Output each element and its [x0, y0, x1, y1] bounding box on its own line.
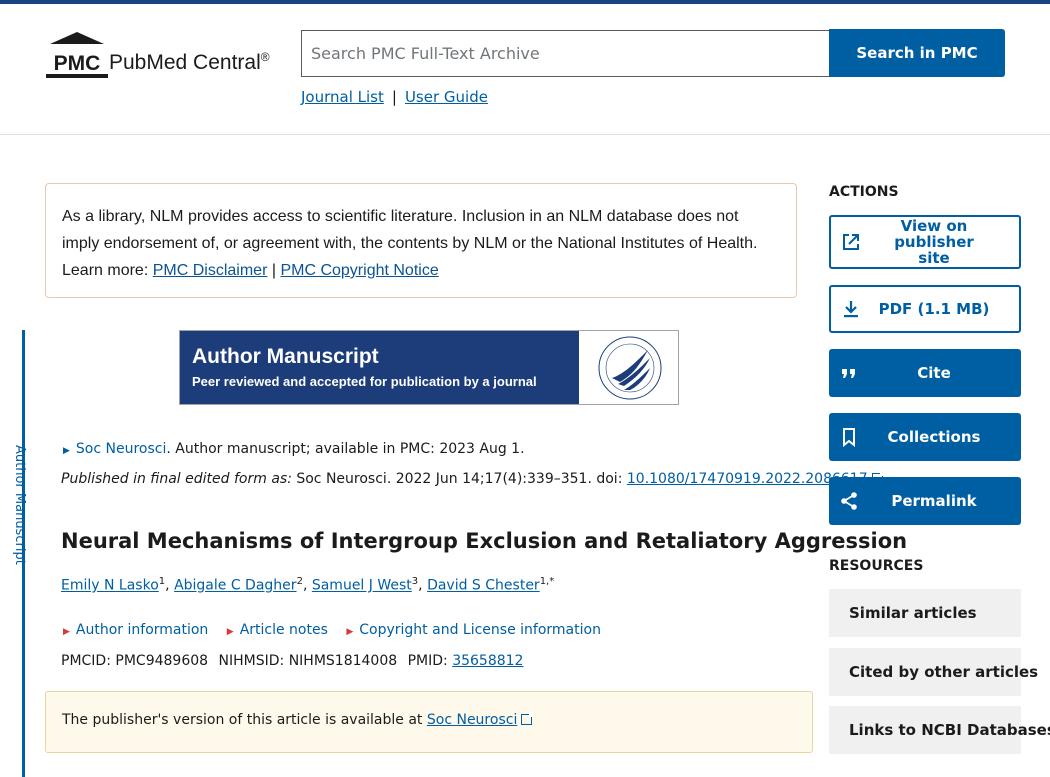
view-publisher-label: View on publisher site [894, 217, 974, 267]
pdf-download-button[interactable]: PDF (1.1 MB) [829, 285, 1021, 333]
library-disclaimer: As a library, NLM provides access to sci… [45, 183, 797, 298]
journal-name-link[interactable]: Soc Neurosci [76, 441, 166, 457]
pmid-label: PMID: [407, 653, 448, 669]
copyright-license-label: Copyright and License information [359, 622, 601, 638]
author-list: Emily N Lasko1, Abigale C Dagher2, Samue… [61, 576, 555, 594]
search-button[interactable]: Search in PMC [829, 29, 1005, 77]
publisher-version-notice: The publisher's version of this article … [45, 691, 813, 753]
publisher-version-text: The publisher's version of this article … [62, 712, 423, 728]
logo-registered: ® [260, 50, 270, 64]
author-link[interactable]: David S Chester [427, 578, 540, 594]
author-manuscript-side-label: Author Manuscript [12, 445, 27, 565]
external-link-icon [521, 712, 535, 725]
permalink-label: Permalink [891, 492, 977, 510]
banner-title: Author Manuscript [192, 345, 379, 368]
article-title: Neural Mechanisms of Intergroup Exclusio… [61, 529, 908, 553]
cite-label: Cite [917, 364, 951, 382]
download-icon [844, 301, 858, 318]
expand-triangle-icon: ▶ [63, 627, 70, 637]
pmc-logo-icon: PMC [46, 32, 108, 78]
journal-availability: . Author manuscript; available in PMC: 2… [166, 441, 525, 457]
nihmsid-value: NIHMS1814008 [288, 653, 398, 669]
cite-button[interactable]: Cite [829, 349, 1021, 397]
actions-heading: ACTIONS [829, 184, 899, 200]
pmcid-label: PMCID: [61, 653, 111, 669]
learn-more-label: Learn more: [62, 262, 149, 279]
pdf-label: PDF (1.1 MB) [878, 300, 990, 318]
published-citation: Published in final edited form as: Soc N… [61, 471, 885, 487]
logo-mark: PMC [54, 52, 101, 75]
author-manuscript-banner: Author Manuscript Peer reviewed and acce… [179, 330, 679, 405]
collections-button[interactable]: Collections [829, 413, 1021, 461]
author-information-label: Author information [75, 622, 209, 638]
author-affiliation: 2 [296, 576, 303, 587]
author-affiliation: 1,* [539, 576, 555, 587]
copyright-license-toggle[interactable]: ▶ Copyright and License information [346, 622, 601, 638]
disclaimer-separator: | [271, 262, 276, 279]
author-affiliation: 1 [158, 576, 166, 587]
author-link[interactable]: Samuel J West [312, 578, 412, 594]
external-link-icon [843, 234, 859, 250]
journal-list-link[interactable]: Journal List [301, 88, 384, 106]
published-details: Soc Neurosci. 2022 Jun 14;17(4):339–351.… [296, 471, 623, 487]
author-information-toggle[interactable]: ▶ Author information [63, 622, 208, 638]
nihmsid-label: NIHMSID: [218, 653, 285, 669]
banner-subtitle: Peer reviewed and accepted for publicati… [192, 374, 537, 389]
logo-name: PubMed Central® [109, 50, 270, 75]
search-input[interactable] [301, 30, 830, 77]
logo-name-text: PubMed Central [109, 51, 261, 74]
author-link[interactable]: Abigale C Dagher [174, 578, 297, 594]
view-publisher-button[interactable]: View on publisher site [829, 215, 1021, 269]
pmc-logo[interactable]: PMC PubMed Central® [46, 30, 286, 82]
header-link-separator: | [391, 88, 397, 106]
bookmark-icon [843, 428, 855, 447]
expand-triangle-icon: ▶ [226, 627, 234, 637]
pmid-link[interactable]: 35658812 [452, 653, 523, 669]
expand-triangle-icon: ▶ [346, 627, 354, 637]
banner-text-block: Author Manuscript Peer reviewed and acce… [180, 331, 579, 404]
published-label: Published in final edited form as: [61, 471, 292, 487]
author-affiliation: 3 [411, 576, 419, 587]
user-guide-link[interactable]: User Guide [405, 88, 488, 106]
journal-expand-icon[interactable]: ▶ [63, 446, 70, 456]
ncbi-links-item[interactable]: Links to NCBI Databases [829, 706, 1050, 754]
publisher-journal-link[interactable]: Soc Neurosci [427, 712, 517, 728]
quote-icon [842, 369, 855, 378]
permalink-button[interactable]: Permalink [829, 477, 1021, 525]
article-info-links: ▶ Author information ▶ Article notes ▶ Copy… [63, 622, 615, 638]
disclaimer-text: As a library, NLM provides access to sci… [62, 208, 758, 252]
resources-heading: RESOURCES [829, 558, 924, 574]
pmcid-value: PMC9489608 [115, 653, 209, 669]
hhs-seal-icon [598, 336, 662, 400]
cited-by-item[interactable]: Cited by other articles [829, 648, 1038, 696]
pmc-copyright-link[interactable]: PMC Copyright Notice [280, 262, 438, 279]
article-notes-label: Article notes [239, 622, 328, 638]
collections-label: Collections [887, 428, 981, 446]
pmc-disclaimer-link[interactable]: PMC Disclaimer [153, 262, 268, 279]
header-links: Journal List | User Guide [301, 88, 488, 106]
article-identifiers: PMCID: PMC9489608 NIHMSID: NIHMS1814008 … [61, 653, 523, 669]
article-notes-toggle[interactable]: ▶ Article notes [227, 622, 328, 638]
site-header: PMC PubMed Central® Search in PMC Journa… [0, 4, 1050, 135]
journal-line: ▶ Soc Neurosci. Author manuscript; availa… [63, 441, 525, 457]
share-icon [841, 492, 857, 510]
similar-articles-item[interactable]: Similar articles [829, 589, 1021, 637]
author-link[interactable]: Emily N Lasko [61, 578, 159, 594]
